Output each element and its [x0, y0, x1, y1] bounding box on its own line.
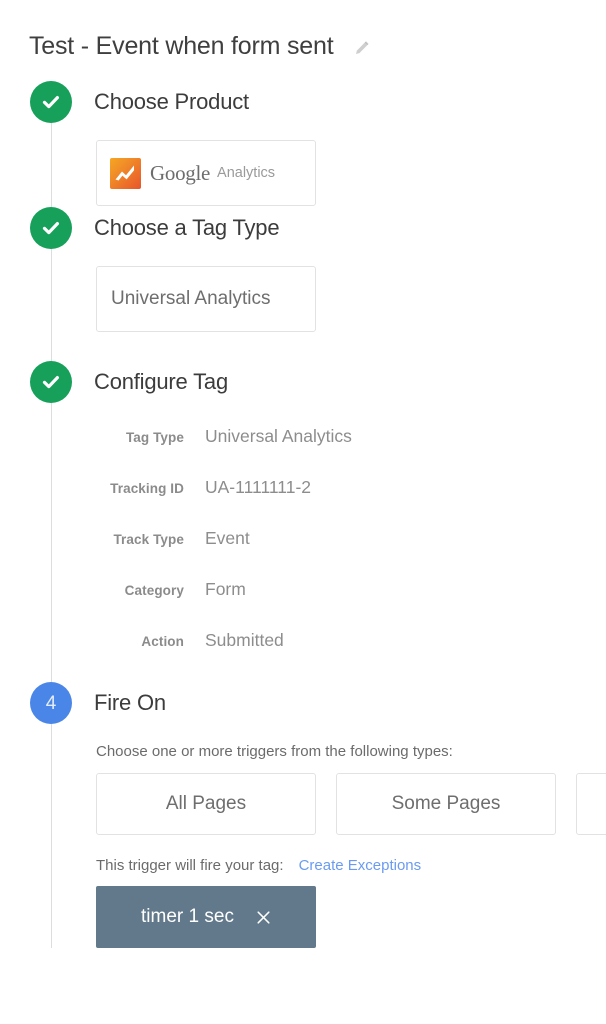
config-row: Action Submitted — [96, 630, 606, 651]
google-wordmark: Google — [150, 160, 211, 185]
config-label: Track Type — [113, 532, 184, 547]
config-row: Track Type Event — [96, 528, 606, 549]
config-label: Tag Type — [125, 430, 184, 445]
config-value: Universal Analytics — [205, 426, 352, 446]
config-value: UA-1111111-2 — [205, 477, 312, 497]
step-choose-product: Choose Product Google Analytics — [0, 80, 606, 206]
tag-setup-stepper: Choose Product Google Analytics Choose a… — [0, 80, 606, 948]
config-value: Submitted — [205, 630, 284, 650]
step-title: Fire On — [94, 690, 166, 715]
google-analytics-icon — [110, 157, 141, 189]
trigger-helper-text: Choose one or more triggers from the fol… — [96, 743, 453, 760]
step-header: Configure Tag — [0, 360, 606, 404]
tag-type-label: Universal Analytics — [111, 288, 271, 309]
config-value: Form — [205, 579, 246, 599]
page-header: Test - Event when form sent — [0, 0, 606, 66]
step-header: Choose a Tag Type — [0, 206, 606, 250]
config-value: Event — [205, 528, 250, 548]
google-analytics-logo: Google Analytics — [110, 157, 276, 189]
step-status-badge-complete — [30, 207, 72, 249]
step-body: Choose one or more triggers from the fol… — [0, 743, 606, 948]
step-status-badge-complete — [30, 81, 72, 123]
pencil-icon[interactable] — [353, 39, 371, 57]
trigger-button-all-pages[interactable]: All Pages — [96, 773, 316, 835]
config-row: Tag Type Universal Analytics — [96, 426, 606, 447]
page-title: Test - Event when form sent — [29, 31, 334, 60]
trigger-note: This trigger will fire your tag: — [96, 857, 284, 874]
close-icon[interactable] — [256, 910, 271, 925]
step-header: Choose Product — [0, 80, 606, 124]
active-trigger-row: This trigger will fire your tag: Create … — [96, 857, 606, 874]
step-number: 4 — [45, 692, 57, 714]
step-body: Google Analytics — [0, 140, 606, 206]
step-fire-on: 4 Fire On Choose one or more triggers fr… — [0, 681, 606, 948]
tag-configuration-table: Tag Type Universal Analytics Tracking ID… — [96, 426, 606, 651]
step-configure-tag: Configure Tag Tag Type Universal Analyti… — [0, 360, 606, 651]
step-body: Universal Analytics — [0, 266, 606, 332]
step-header: 4 Fire On — [0, 681, 606, 725]
analytics-wordmark: Analytics — [217, 164, 276, 181]
trigger-chip-timer[interactable]: timer 1 sec — [96, 886, 316, 948]
config-row: Category Form — [96, 579, 606, 600]
config-row: Tracking ID UA-1111111-2 — [96, 477, 606, 498]
step-title: Choose Product — [94, 89, 249, 114]
tag-type-card-universal-analytics[interactable]: Universal Analytics — [96, 266, 316, 332]
step-title: Configure Tag — [94, 369, 228, 394]
config-label: Tracking ID — [110, 481, 184, 496]
step-status-badge-current: 4 — [30, 682, 72, 724]
step-choose-tag-type: Choose a Tag Type Universal Analytics — [0, 206, 606, 332]
step-body: Tag Type Universal Analytics Tracking ID… — [0, 426, 606, 651]
trigger-type-buttons: All Pages Some Pages — [96, 773, 606, 835]
step-title: Choose a Tag Type — [94, 215, 280, 240]
trigger-button-additional[interactable] — [576, 773, 606, 835]
config-label: Action — [141, 634, 184, 649]
trigger-button-some-pages[interactable]: Some Pages — [336, 773, 556, 835]
trigger-chip-label: timer 1 sec — [141, 906, 234, 927]
product-card-google-analytics[interactable]: Google Analytics — [96, 140, 316, 206]
create-exceptions-link[interactable]: Create Exceptions — [299, 857, 422, 874]
step-status-badge-complete — [30, 361, 72, 403]
config-label: Category — [124, 583, 184, 598]
